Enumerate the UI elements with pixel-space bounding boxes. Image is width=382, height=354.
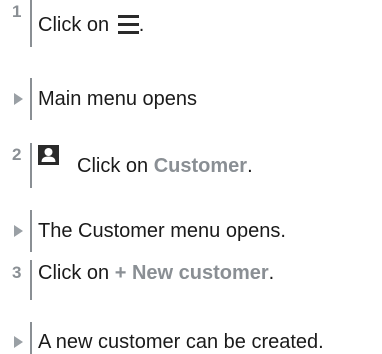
step-prefix: Click on (38, 262, 115, 284)
step-prefix: Click on (77, 155, 154, 177)
result-text: A new customer can be created. (38, 331, 324, 353)
triangle-bullet-icon (14, 93, 23, 105)
step-number: 1 (12, 2, 22, 21)
step-text: Click on + New customer. (38, 261, 274, 285)
triangle-bullet-icon (14, 225, 23, 237)
step-number: 3 (12, 263, 22, 282)
menu-icon (117, 15, 139, 34)
step-text: Click on Customer. (77, 154, 253, 178)
new-customer-link[interactable]: + New customer (115, 262, 269, 284)
result-divider (30, 322, 32, 354)
result-divider (30, 78, 32, 120)
step-suffix: . (268, 262, 275, 284)
result-divider (30, 210, 32, 252)
result-text: Main menu opens (38, 88, 197, 110)
step-divider (30, 260, 32, 300)
customer-person-icon (38, 145, 59, 165)
result-text: The Customer menu opens. (38, 220, 286, 242)
step-number: 2 (12, 145, 22, 164)
step-divider (30, 143, 32, 188)
triangle-bullet-icon (14, 336, 23, 348)
step-suffix: . (138, 14, 145, 36)
step-suffix: . (247, 155, 253, 177)
step-text: Click on . (38, 13, 144, 37)
step-divider (30, 0, 32, 47)
step-prefix: Click on (38, 14, 115, 36)
customer-link[interactable]: Customer (154, 155, 247, 177)
